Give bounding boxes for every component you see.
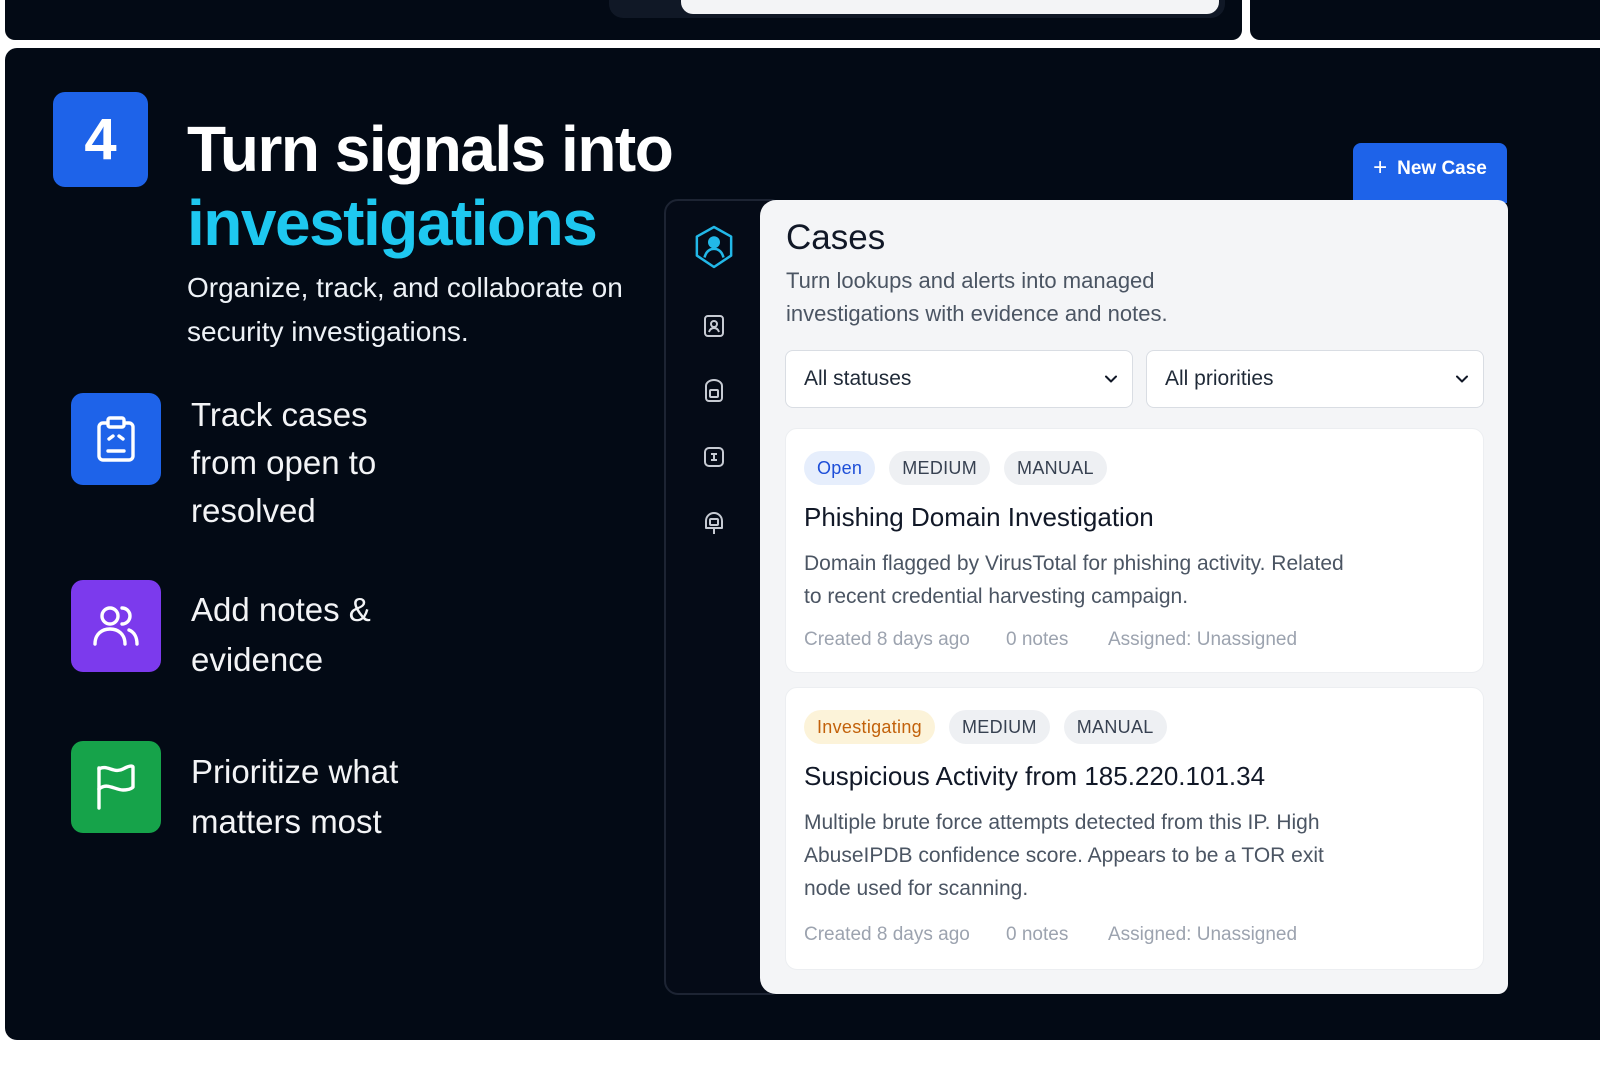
previous-section-strip (5, 0, 1242, 40)
step-number-badge: 4 (53, 92, 148, 187)
priority-filter-select[interactable]: All priorities (1146, 350, 1484, 408)
badge-icon[interactable] (694, 306, 734, 346)
case-notes-count: 0 notes (1006, 924, 1069, 945)
page-title: Cases (786, 218, 886, 257)
new-case-button[interactable]: + New Case (1353, 143, 1507, 203)
status-badge: Open (804, 451, 876, 485)
case-description: Multiple brute force attempts detected f… (804, 811, 1324, 900)
case-meta: Created 8 days ago 0 notes Assigned: Una… (804, 924, 1297, 946)
case-title: Phishing Domain Investigation (804, 502, 1154, 532)
headline-accent: investigations (187, 187, 598, 259)
feature-track-cases: Track cases from open to resolved (71, 393, 411, 535)
link-badge-icon[interactable] (694, 437, 734, 477)
priority-filter-value: All priorities (1165, 367, 1274, 390)
case-title: Suspicious Activity from 185.220.101.34 (804, 761, 1266, 791)
subheadline: Organize, track, and collaborate on secu… (187, 272, 623, 347)
previous-preview-content (681, 0, 1219, 14)
source-badge: MANUAL (1004, 451, 1107, 485)
chevron-down-icon (1105, 375, 1117, 383)
plus-icon: + (1373, 154, 1388, 181)
status-filter-value: All statuses (804, 367, 912, 390)
priority-badge: MEDIUM (889, 451, 991, 485)
headline: Turn signals into investigations (187, 112, 674, 260)
feature-label: Prioritize what matters most (191, 753, 399, 840)
case-created: Created 8 days ago (804, 629, 970, 650)
feature-label: Track cases from open to resolved (191, 396, 377, 529)
case-tags: Open MEDIUM MANUAL (804, 451, 1107, 485)
case-item[interactable]: Open MEDIUM MANUAL Phishing Domain Inves… (785, 428, 1484, 673)
clipboard-icon (71, 393, 161, 485)
status-badge: Investigating (804, 710, 935, 744)
previous-section-strip-right (1250, 0, 1600, 40)
chevron-down-icon (1456, 375, 1468, 383)
flag-icon (71, 741, 161, 833)
feature-notes-evidence: Add notes & evidence (71, 580, 411, 685)
new-case-label: New Case (1397, 158, 1487, 179)
feature-label: Add notes & evidence (191, 591, 371, 678)
cases-card: Cases Turn lookups and alerts into manag… (760, 200, 1508, 994)
case-description: Domain flagged by VirusTotal for phishin… (804, 552, 1344, 608)
status-filter-select[interactable]: All statuses (785, 350, 1133, 408)
case-tags: Investigating MEDIUM MANUAL (804, 710, 1167, 744)
priority-badge: MEDIUM (948, 710, 1050, 744)
lock-badge-icon[interactable] (694, 371, 734, 411)
shield-user-icon[interactable] (694, 225, 734, 269)
headline-main: Turn signals into (187, 113, 674, 185)
case-meta: Created 8 days ago 0 notes Assigned: Una… (804, 629, 1297, 651)
feature-panel: 4 Turn signals into investigations Organ… (5, 48, 1600, 1040)
previous-preview (609, 0, 1225, 18)
case-assignee: Assigned: Unassigned (1108, 629, 1298, 650)
users-icon (71, 580, 161, 672)
case-notes-count: 0 notes (1006, 629, 1069, 650)
bell-badge-icon[interactable] (694, 504, 734, 544)
case-assignee: Assigned: Unassigned (1108, 924, 1298, 945)
feature-prioritize: Prioritize what matters most (71, 741, 451, 847)
case-item[interactable]: Investigating MEDIUM MANUAL Suspicious A… (785, 687, 1484, 970)
case-created: Created 8 days ago (804, 924, 970, 945)
page-description: Turn lookups and alerts into managed inv… (786, 268, 1168, 326)
source-badge: MANUAL (1063, 710, 1167, 744)
